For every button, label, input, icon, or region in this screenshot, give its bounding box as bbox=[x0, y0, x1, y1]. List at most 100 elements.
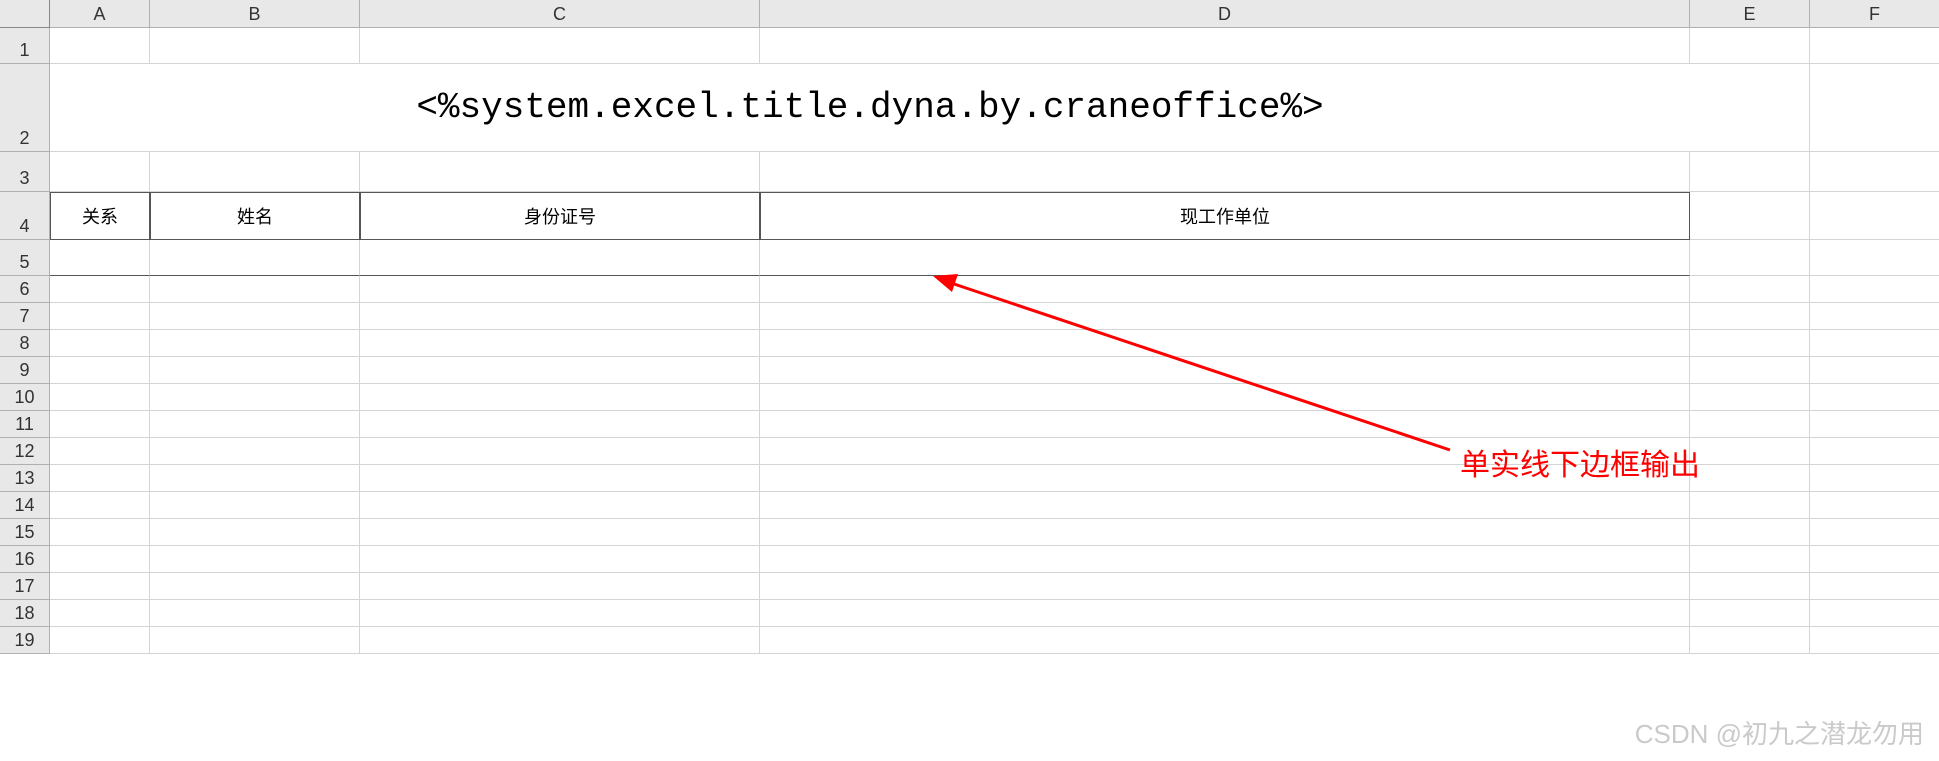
cell-e4[interactable] bbox=[1690, 192, 1810, 240]
cell-a19[interactable] bbox=[50, 627, 150, 654]
cell-c12[interactable] bbox=[360, 438, 760, 465]
cell-c4-idnumber[interactable]: 身份证号 bbox=[360, 192, 760, 240]
cell-c8[interactable] bbox=[360, 330, 760, 357]
cell-c3[interactable] bbox=[360, 152, 760, 192]
cell-d3[interactable] bbox=[760, 152, 1690, 192]
cell-e3[interactable] bbox=[1690, 152, 1810, 192]
cell-d15[interactable] bbox=[760, 519, 1690, 546]
cell-f11[interactable] bbox=[1810, 411, 1939, 438]
cell-e16[interactable] bbox=[1690, 546, 1810, 573]
cell-e2[interactable] bbox=[1690, 64, 1810, 152]
cell-e7[interactable] bbox=[1690, 303, 1810, 330]
row-header-15[interactable]: 15 bbox=[0, 519, 50, 546]
cell-a4-relation[interactable]: 关系 bbox=[50, 192, 150, 240]
cell-b7[interactable] bbox=[150, 303, 360, 330]
cell-c7[interactable] bbox=[360, 303, 760, 330]
cell-c17[interactable] bbox=[360, 573, 760, 600]
row-header-19[interactable]: 19 bbox=[0, 627, 50, 654]
col-header-b[interactable]: B bbox=[150, 0, 360, 28]
cell-e19[interactable] bbox=[1690, 627, 1810, 654]
row-header-6[interactable]: 6 bbox=[0, 276, 50, 303]
col-header-f[interactable]: F bbox=[1810, 0, 1939, 28]
cell-a15[interactable] bbox=[50, 519, 150, 546]
row-header-11[interactable]: 11 bbox=[0, 411, 50, 438]
row-header-7[interactable]: 7 bbox=[0, 303, 50, 330]
cell-b13[interactable] bbox=[150, 465, 360, 492]
row-header-8[interactable]: 8 bbox=[0, 330, 50, 357]
cell-c9[interactable] bbox=[360, 357, 760, 384]
row-header-17[interactable]: 17 bbox=[0, 573, 50, 600]
cell-f10[interactable] bbox=[1810, 384, 1939, 411]
cell-e18[interactable] bbox=[1690, 600, 1810, 627]
cell-a12[interactable] bbox=[50, 438, 150, 465]
row-header-12[interactable]: 12 bbox=[0, 438, 50, 465]
cell-d1[interactable] bbox=[760, 28, 1690, 64]
cell-b1[interactable] bbox=[150, 28, 360, 64]
cell-e6[interactable] bbox=[1690, 276, 1810, 303]
cell-b14[interactable] bbox=[150, 492, 360, 519]
row-header-2[interactable]: 2 bbox=[0, 64, 50, 152]
row-header-9[interactable]: 9 bbox=[0, 357, 50, 384]
cell-d7[interactable] bbox=[760, 303, 1690, 330]
cell-d4-workunit[interactable]: 现工作单位 bbox=[760, 192, 1690, 240]
cell-e10[interactable] bbox=[1690, 384, 1810, 411]
cell-f19[interactable] bbox=[1810, 627, 1939, 654]
cell-c14[interactable] bbox=[360, 492, 760, 519]
cell-f18[interactable] bbox=[1810, 600, 1939, 627]
cell-b4-name[interactable]: 姓名 bbox=[150, 192, 360, 240]
cell-f1[interactable] bbox=[1810, 28, 1939, 64]
cell-f4[interactable] bbox=[1810, 192, 1939, 240]
cell-a17[interactable] bbox=[50, 573, 150, 600]
cell-c18[interactable] bbox=[360, 600, 760, 627]
cell-a9[interactable] bbox=[50, 357, 150, 384]
col-header-e[interactable]: E bbox=[1690, 0, 1810, 28]
cell-d5[interactable] bbox=[760, 240, 1690, 276]
cell-a11[interactable] bbox=[50, 411, 150, 438]
cell-d14[interactable] bbox=[760, 492, 1690, 519]
row-header-18[interactable]: 18 bbox=[0, 600, 50, 627]
cell-f12[interactable] bbox=[1810, 438, 1939, 465]
cell-c15[interactable] bbox=[360, 519, 760, 546]
cell-f5[interactable] bbox=[1810, 240, 1939, 276]
cell-f2[interactable] bbox=[1810, 64, 1939, 152]
cell-e5[interactable] bbox=[1690, 240, 1810, 276]
cell-b5[interactable] bbox=[150, 240, 360, 276]
cell-a5[interactable] bbox=[50, 240, 150, 276]
cell-d6[interactable] bbox=[760, 276, 1690, 303]
cell-a7[interactable] bbox=[50, 303, 150, 330]
cell-b12[interactable] bbox=[150, 438, 360, 465]
row-header-4[interactable]: 4 bbox=[0, 192, 50, 240]
cell-b18[interactable] bbox=[150, 600, 360, 627]
cell-f17[interactable] bbox=[1810, 573, 1939, 600]
cell-f3[interactable] bbox=[1810, 152, 1939, 192]
cell-f8[interactable] bbox=[1810, 330, 1939, 357]
cell-c6[interactable] bbox=[360, 276, 760, 303]
cell-f14[interactable] bbox=[1810, 492, 1939, 519]
cell-c5[interactable] bbox=[360, 240, 760, 276]
row-header-10[interactable]: 10 bbox=[0, 384, 50, 411]
cell-b17[interactable] bbox=[150, 573, 360, 600]
cell-d17[interactable] bbox=[760, 573, 1690, 600]
cell-f7[interactable] bbox=[1810, 303, 1939, 330]
cell-b16[interactable] bbox=[150, 546, 360, 573]
cell-b3[interactable] bbox=[150, 152, 360, 192]
row-header-13[interactable]: 13 bbox=[0, 465, 50, 492]
cell-e17[interactable] bbox=[1690, 573, 1810, 600]
cell-b11[interactable] bbox=[150, 411, 360, 438]
row-header-3[interactable]: 3 bbox=[0, 152, 50, 192]
cell-e12[interactable] bbox=[1690, 438, 1810, 465]
cell-d8[interactable] bbox=[760, 330, 1690, 357]
cell-d13[interactable] bbox=[760, 465, 1690, 492]
select-all-corner[interactable] bbox=[0, 0, 50, 28]
cell-c16[interactable] bbox=[360, 546, 760, 573]
merged-title-cell[interactable]: <%system.excel.title.dyna.by.craneoffice… bbox=[50, 64, 1690, 152]
cell-e8[interactable] bbox=[1690, 330, 1810, 357]
cell-c1[interactable] bbox=[360, 28, 760, 64]
cell-e14[interactable] bbox=[1690, 492, 1810, 519]
row-header-14[interactable]: 14 bbox=[0, 492, 50, 519]
row-header-16[interactable]: 16 bbox=[0, 546, 50, 573]
col-header-a[interactable]: A bbox=[50, 0, 150, 28]
cell-d11[interactable] bbox=[760, 411, 1690, 438]
cell-e9[interactable] bbox=[1690, 357, 1810, 384]
cell-a16[interactable] bbox=[50, 546, 150, 573]
